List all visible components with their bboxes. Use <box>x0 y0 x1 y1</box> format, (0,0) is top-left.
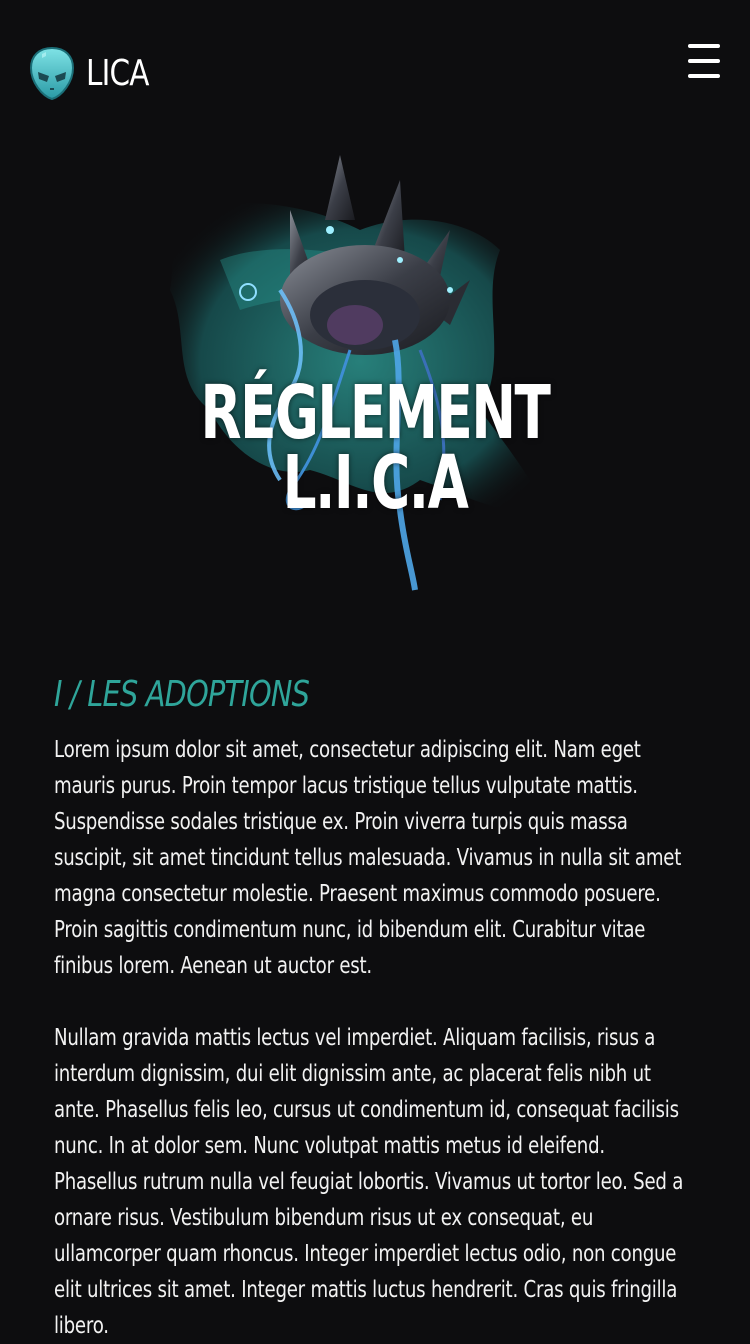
section-heading: I / LES ADOPTIONS <box>54 674 310 715</box>
section-paragraph: Nullam gravida mattis lectus vel imperdi… <box>54 1025 684 1339</box>
hero-banner: RÉGLEMENT L.I.C.A <box>0 150 750 610</box>
page-title: RÉGLEMENT L.I.C.A <box>105 369 645 526</box>
brand-name: LICA <box>86 53 150 94</box>
hamburger-menu-icon <box>688 44 720 48</box>
rules-content: I / LES ADOPTIONS Lorem ipsum dolor sit … <box>54 670 694 1344</box>
page-title-line-2: L.I.C.A <box>282 439 469 526</box>
menu-button[interactable] <box>688 44 720 78</box>
page-title-line-1: RÉGLEMENT <box>200 369 551 456</box>
brand-home-link[interactable]: LICA <box>30 46 162 101</box>
section-paragraph: Lorem ipsum dolor sit amet, consectetur … <box>54 737 682 979</box>
alien-head-icon <box>30 46 74 101</box>
top-bar: LICA <box>0 0 750 150</box>
